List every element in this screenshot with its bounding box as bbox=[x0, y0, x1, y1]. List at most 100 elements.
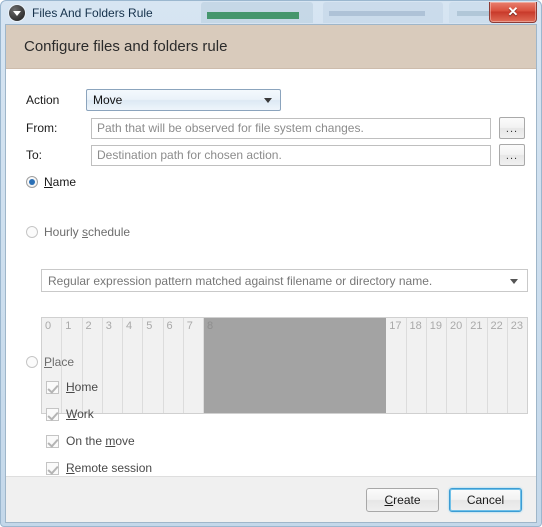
to-row: To: Destination path for chosen action. … bbox=[26, 144, 525, 166]
hour-cell-23[interactable]: 23 bbox=[507, 318, 527, 413]
name-pattern-select[interactable]: Regular expression pattern matched again… bbox=[41, 269, 528, 292]
place-label-rest: lace bbox=[52, 355, 75, 369]
hour-label-0: 0 bbox=[45, 320, 52, 332]
background-window-ghost-1 bbox=[201, 2, 313, 23]
home-checkbox[interactable] bbox=[46, 380, 59, 394]
home-label: Home bbox=[66, 380, 98, 394]
work-label: Work bbox=[66, 407, 94, 421]
page-title: Configure files and folders rule bbox=[24, 38, 228, 55]
hour-label-1: 1 bbox=[65, 320, 72, 332]
title-bar: Files And Folders Rule ✕ bbox=[5, 2, 537, 24]
hour-cell-12[interactable] bbox=[285, 318, 306, 413]
hour-label-6: 6 bbox=[166, 320, 173, 332]
place-radio[interactable] bbox=[26, 356, 38, 368]
hour-label-4: 4 bbox=[126, 320, 133, 332]
remote-session-mnemonic: R bbox=[66, 461, 75, 475]
create-mnemonic: C bbox=[384, 492, 394, 507]
hour-cell-20[interactable]: 20 bbox=[447, 318, 468, 413]
hour-cell-14[interactable] bbox=[325, 318, 346, 413]
dialog-window: Files And Folders Rule ✕ Configure files… bbox=[0, 0, 542, 527]
place-item-on-the-move[interactable]: On the move bbox=[46, 434, 135, 448]
create-label-rest: reate bbox=[393, 492, 421, 507]
hour-cell-15[interactable] bbox=[345, 318, 366, 413]
to-placeholder: Destination path for chosen action. bbox=[97, 148, 282, 162]
place-item-work[interactable]: Work bbox=[46, 407, 94, 421]
hourly-schedule-radio[interactable] bbox=[26, 226, 38, 238]
from-label: From: bbox=[26, 121, 58, 135]
place-mnemonic: P bbox=[44, 355, 53, 369]
cancel-button[interactable]: Cancel bbox=[449, 487, 522, 512]
action-row: Action Move bbox=[26, 89, 281, 111]
on-the-move-label: On the move bbox=[66, 434, 135, 448]
place-item-remote-session[interactable]: Remote session bbox=[46, 461, 152, 475]
to-label: To: bbox=[26, 148, 43, 162]
on-the-move-checkbox[interactable] bbox=[46, 434, 59, 448]
hourly-schedule-grid[interactable]: 0 1 2 3 4 5 6 7 8 17 18 19 20 21 22 23 bbox=[41, 317, 528, 414]
hour-cell-17[interactable]: 17 bbox=[386, 318, 407, 413]
hourly-schedule-radio-label: Hourly schedule bbox=[44, 225, 131, 239]
hour-cell-21[interactable]: 21 bbox=[467, 318, 488, 413]
hour-cell-6[interactable]: 6 bbox=[163, 318, 184, 413]
hour-label-20: 20 bbox=[450, 320, 463, 332]
remote-session-checkbox[interactable] bbox=[46, 461, 59, 475]
hour-label-22: 22 bbox=[490, 320, 503, 332]
from-browse-button[interactable]: ... bbox=[499, 117, 525, 139]
name-label-rest: ame bbox=[52, 175, 77, 189]
place-item-home[interactable]: Home bbox=[46, 380, 98, 394]
hour-cell-7[interactable]: 7 bbox=[183, 318, 204, 413]
hour-label-7: 7 bbox=[186, 320, 193, 332]
dialog-client-area: Configure files and folders rule Action … bbox=[5, 24, 537, 523]
dialog-header: Configure files and folders rule bbox=[6, 25, 536, 69]
hour-cell-18[interactable]: 18 bbox=[406, 318, 427, 413]
on-the-move-rest: ove bbox=[115, 434, 135, 448]
hour-cell-16[interactable] bbox=[366, 318, 387, 413]
hour-cell-4[interactable]: 4 bbox=[123, 318, 144, 413]
from-placeholder: Path that will be observed for file syst… bbox=[97, 121, 364, 135]
name-radio-row[interactable]: Name bbox=[26, 175, 76, 189]
hour-label-5: 5 bbox=[146, 320, 153, 332]
action-select[interactable]: Move bbox=[86, 89, 281, 111]
hour-cell-11[interactable] bbox=[264, 318, 285, 413]
place-radio-row[interactable]: Place bbox=[26, 355, 74, 369]
hour-cell-5[interactable]: 5 bbox=[143, 318, 164, 413]
remote-session-rest: emote session bbox=[74, 461, 153, 475]
hourly-label-rest: chedule bbox=[88, 225, 131, 239]
dialog-footer: Create Cancel bbox=[6, 476, 536, 522]
close-button[interactable]: ✕ bbox=[489, 2, 537, 23]
hour-cell-2[interactable]: 2 bbox=[82, 318, 103, 413]
rule-form: Action Move From: Path that will be obse… bbox=[6, 69, 536, 477]
action-selected-value: Move bbox=[93, 93, 123, 107]
hourly-schedule-radio-row[interactable]: Hourly schedule bbox=[26, 225, 130, 239]
hour-cell-3[interactable]: 3 bbox=[102, 318, 123, 413]
from-input[interactable]: Path that will be observed for file syst… bbox=[91, 117, 491, 139]
chevron-down-icon bbox=[264, 98, 272, 103]
work-mnemonic: W bbox=[66, 407, 78, 421]
name-pattern-placeholder: Regular expression pattern matched again… bbox=[48, 273, 433, 288]
action-label: Action bbox=[26, 93, 60, 107]
home-label-rest: ome bbox=[74, 380, 99, 394]
on-the-move-mnemonic: m bbox=[105, 434, 116, 448]
hour-cell-19[interactable]: 19 bbox=[426, 318, 447, 413]
hour-label-2: 2 bbox=[85, 320, 92, 332]
hour-cell-10[interactable] bbox=[244, 318, 265, 413]
remote-session-label: Remote session bbox=[66, 461, 152, 475]
hour-label-18: 18 bbox=[409, 320, 422, 332]
name-mnemonic: N bbox=[44, 175, 53, 189]
work-checkbox[interactable] bbox=[46, 407, 59, 421]
circle-down-triangle-icon bbox=[9, 5, 25, 21]
hour-label-19: 19 bbox=[429, 320, 442, 332]
hour-cell-9[interactable] bbox=[224, 318, 245, 413]
hour-cell-13[interactable] bbox=[305, 318, 326, 413]
hour-cell-8[interactable]: 8 bbox=[204, 318, 225, 413]
to-browse-button[interactable]: ... bbox=[499, 144, 525, 166]
chevron-down-icon bbox=[510, 278, 518, 284]
to-input[interactable]: Destination path for chosen action. bbox=[91, 144, 491, 166]
hour-label-23: 23 bbox=[510, 320, 523, 332]
hour-label-17: 17 bbox=[389, 320, 402, 332]
name-radio[interactable] bbox=[26, 176, 38, 188]
create-button[interactable]: Create bbox=[366, 487, 439, 512]
hour-cell-22[interactable]: 22 bbox=[487, 318, 508, 413]
hour-label-21: 21 bbox=[470, 320, 483, 332]
place-radio-label: Place bbox=[44, 355, 74, 369]
hour-label-3: 3 bbox=[105, 320, 112, 332]
